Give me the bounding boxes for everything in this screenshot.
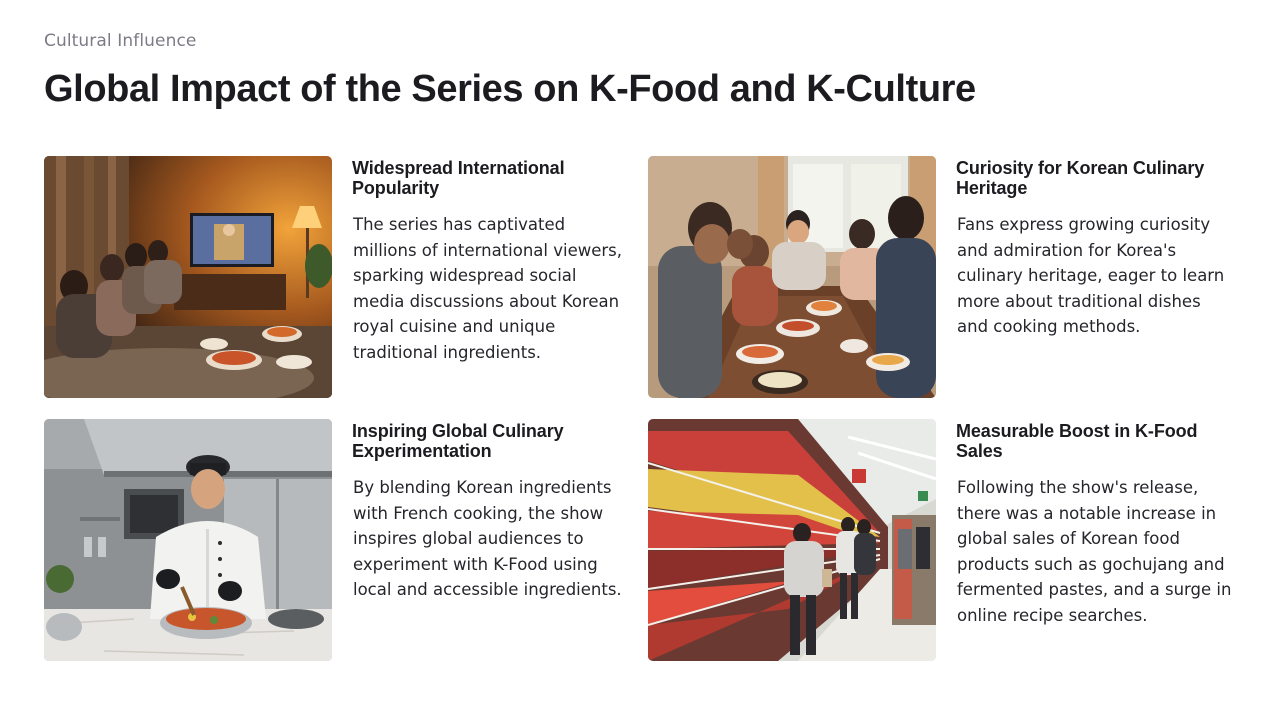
card-description: Fans express growing curiosity and admir…: [957, 215, 1225, 337]
card-heading: Measurable Boost in K-Food Sales: [956, 421, 1198, 461]
supermarket-aisle-photo: [648, 419, 936, 661]
card-culinary-heritage: Curiosity for Korean Culinary Heritage F…: [648, 156, 1228, 398]
card-heading: Curiosity for Korean Culinary Heritage: [956, 158, 1205, 198]
section-eyebrow: Cultural Influence: [44, 31, 197, 51]
card-culinary-experimentation: Inspiring Global Culinary Experimentatio…: [44, 419, 624, 661]
card-description: The series has captivated millions of in…: [353, 215, 622, 362]
card-heading: Inspiring Global Culinary Experimentatio…: [352, 421, 564, 461]
card-kfood-sales: Measurable Boost in K-Food Sales Followi…: [648, 419, 1231, 661]
family-watching-tv-photo: [44, 156, 332, 398]
card-international-popularity: Widespread International Popularity The …: [44, 156, 624, 398]
friends-dining-photo: [648, 156, 936, 398]
card-description: Following the show's release, there was …: [957, 478, 1232, 625]
card-heading: Widespread International Popularity: [352, 158, 565, 198]
card-description: By blending Korean ingredients with Fren…: [353, 478, 622, 600]
chef-cooking-photo: [44, 419, 332, 661]
page-title: Global Impact of the Series on K-Food an…: [44, 68, 976, 110]
